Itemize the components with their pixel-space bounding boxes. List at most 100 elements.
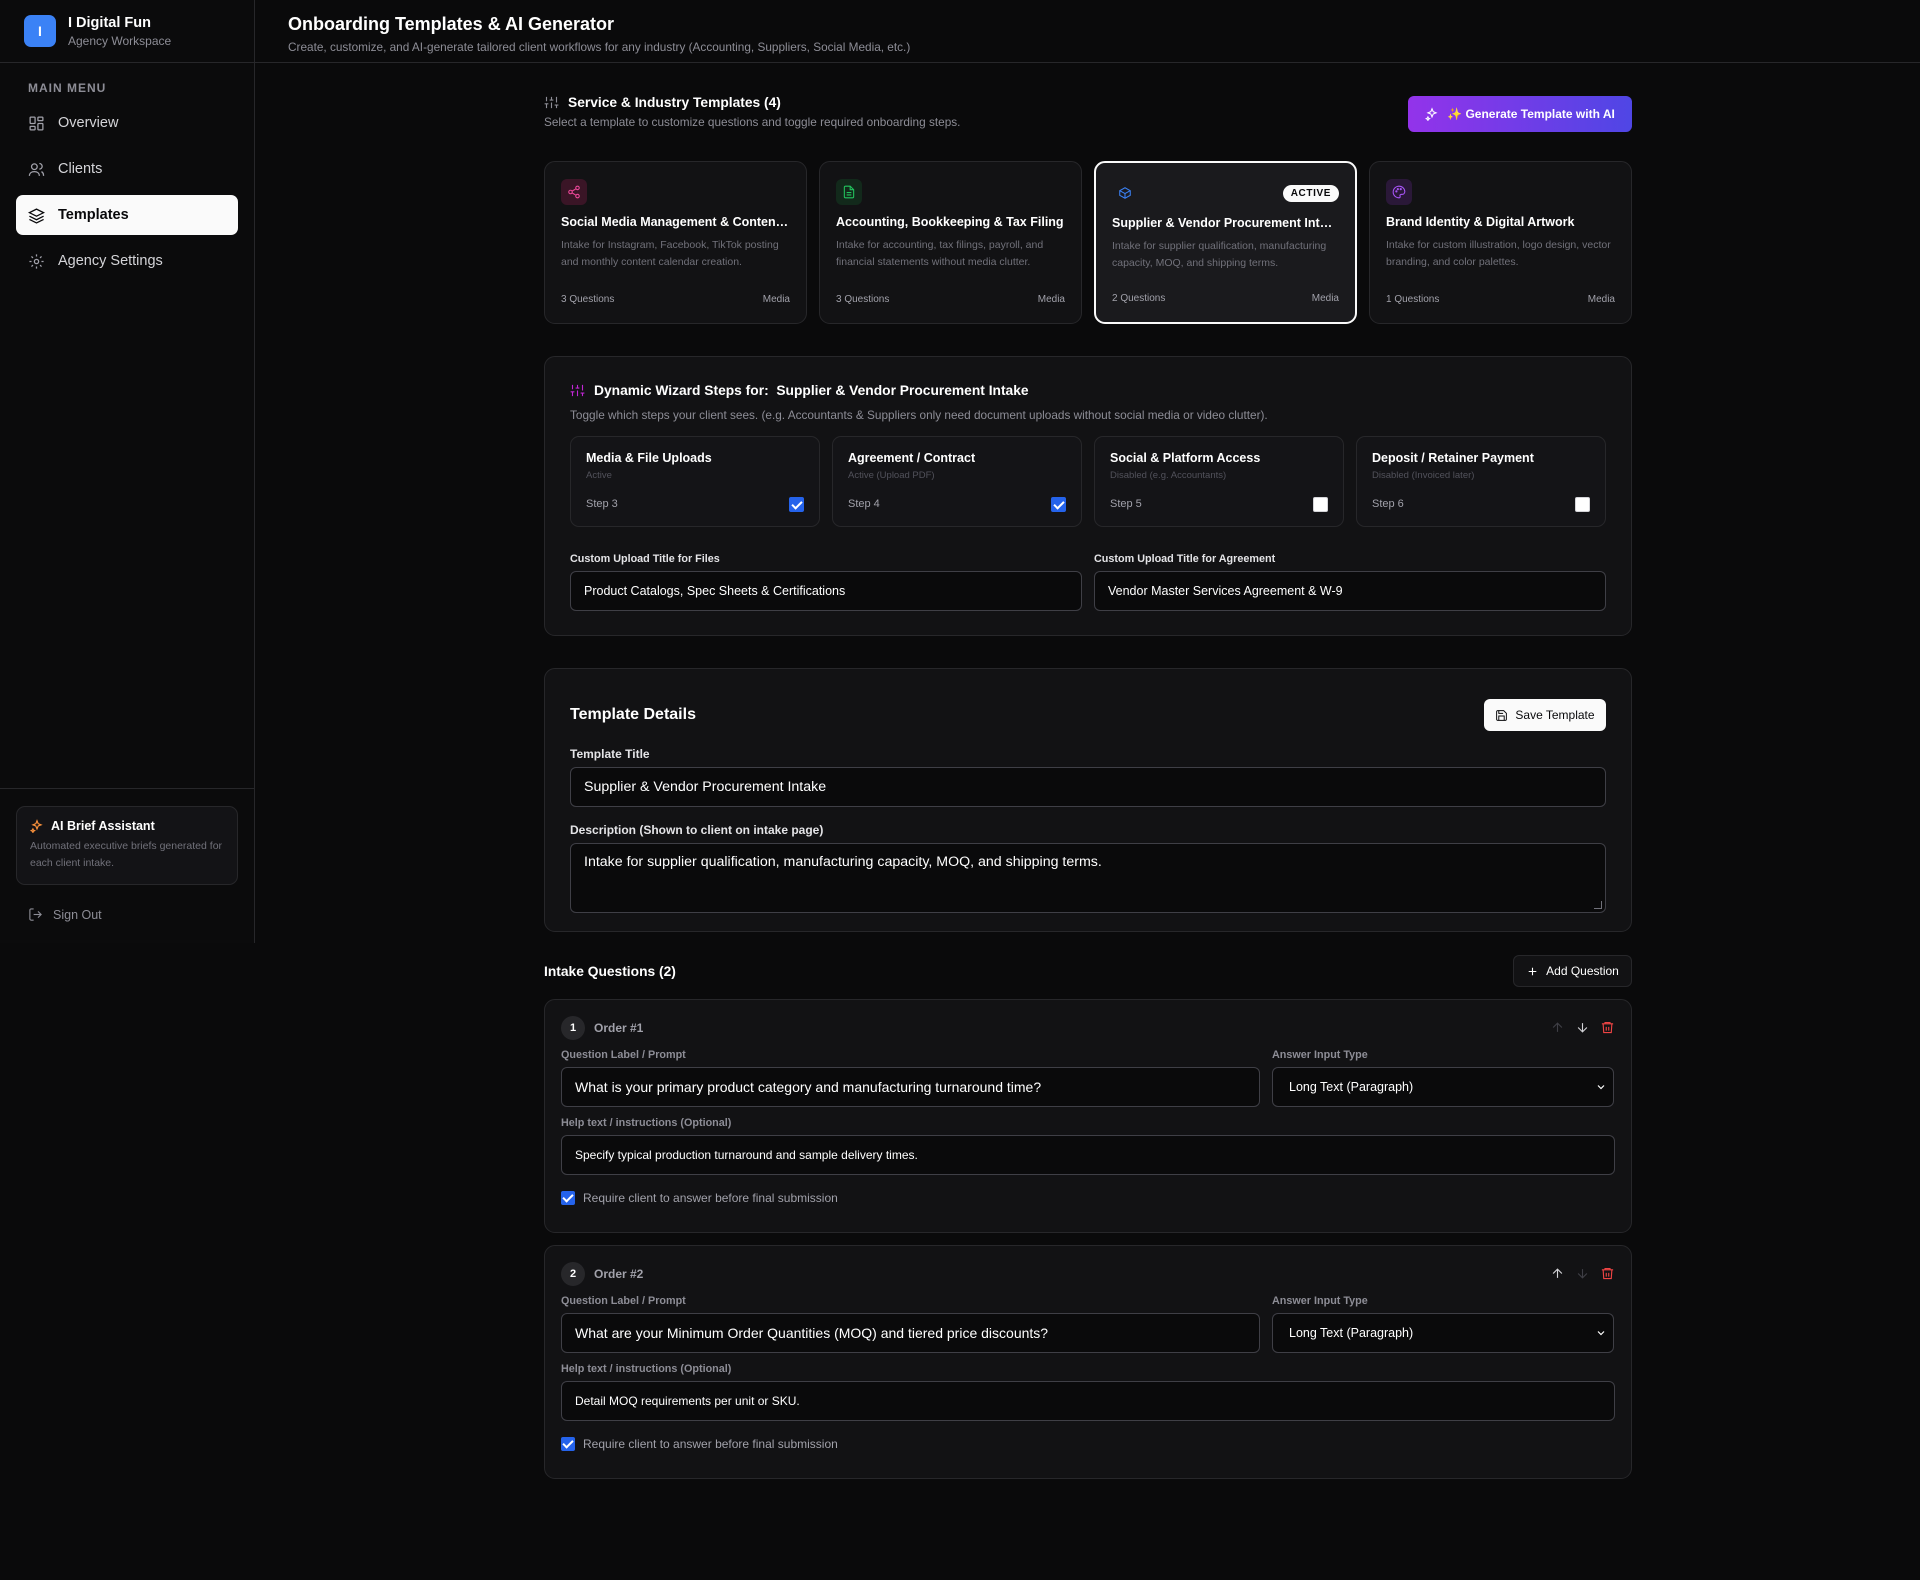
wizard-subtitle: Toggle which steps your client sees. (e.… <box>570 408 1268 422</box>
generate-template-button[interactable]: ✨ Generate Template with AI <box>1408 96 1632 132</box>
wizard-step-title: Deposit / Retainer Payment <box>1372 451 1534 465</box>
ai-brief-card: AI Brief Assistant Automated executive b… <box>16 806 238 885</box>
template-card-icon <box>1112 180 1138 206</box>
required-checkbox[interactable] <box>561 1437 575 1451</box>
wizard-title-name: Supplier & Vendor Procurement Intake <box>776 383 1029 398</box>
page-title: Onboarding Templates & AI Generator <box>288 14 615 34</box>
files-upload-title-input[interactable]: Product Catalogs, Spec Sheets & Certific… <box>570 571 1082 611</box>
template-description-textarea[interactable]: Intake for supplier qualification, manuf… <box>570 843 1606 913</box>
wizard-step-status: Disabled (e.g. Accountants) <box>1110 470 1227 481</box>
main-content: Service & Industry Templates (4) Select … <box>544 95 1632 1479</box>
box-icon <box>1119 187 1131 199</box>
save-template-button[interactable]: Save Template <box>1484 699 1606 731</box>
template-card-question-count: 3 Questions <box>836 294 890 305</box>
template-card-tag: Media <box>1587 294 1615 305</box>
arrow-down-icon[interactable] <box>1575 1020 1590 1035</box>
workspace-logo[interactable]: I <box>24 15 56 47</box>
wizard-step-number: Step 5 <box>1110 498 1142 510</box>
resize-handle[interactable] <box>1594 901 1602 909</box>
template-card-icon <box>836 179 862 205</box>
template-card-title: Supplier & Vendor Procurement Intake <box>1112 216 1339 230</box>
question-number: 1 <box>561 1016 585 1040</box>
wizard-step-deposit[interactable]: Deposit / Retainer Payment Disabled (Inv… <box>1356 436 1606 527</box>
layers-icon <box>28 207 45 224</box>
template-card-question-count: 2 Questions <box>1112 293 1166 304</box>
template-description-label: Description (Shown to client on intake p… <box>570 823 824 837</box>
sparkles-icon <box>30 819 43 833</box>
templates-section: Service & Industry Templates (4) Select … <box>544 95 1632 324</box>
required-checkbox-row[interactable]: Require client to answer before final su… <box>561 1191 1615 1205</box>
template-card[interactable]: Brand Identity & Digital Artwork Intake … <box>1369 161 1632 324</box>
question-prompt-label: Question Label / Prompt <box>561 1295 686 1307</box>
trash-icon[interactable] <box>1600 1020 1615 1035</box>
wizard-step-media-uploads[interactable]: Media & File Uploads Active Step 3 <box>570 436 820 527</box>
template-card-icon <box>1386 179 1412 205</box>
add-question-button[interactable]: Add Question <box>1513 955 1632 987</box>
sidebar: I I Digital Fun Agency Workspace MAIN ME… <box>0 0 255 943</box>
wizard-step-social-access[interactable]: Social & Platform Access Disabled (e.g. … <box>1094 436 1344 527</box>
answer-type-value: Long Text (Paragraph) <box>1289 1080 1414 1094</box>
wizard-step-checkbox[interactable] <box>1051 497 1066 512</box>
question-prompt-input[interactable]: What is your primary product category an… <box>561 1067 1260 1107</box>
wizard-step-title: Agreement / Contract <box>848 451 976 465</box>
question-card: 1 Order #1 Question Label / Prompt What … <box>544 999 1632 1233</box>
wizard-step-number: Step 6 <box>1372 498 1404 510</box>
help-text-input[interactable]: Specify typical production turnaround an… <box>561 1135 1615 1175</box>
template-card-question-count: 1 Questions <box>1386 294 1440 305</box>
wizard-step-checkbox[interactable] <box>1575 497 1590 512</box>
save-template-label: Save Template <box>1515 708 1595 722</box>
sidebar-item-templates[interactable]: Templates <box>16 195 238 235</box>
trash-icon[interactable] <box>1600 1266 1615 1281</box>
share-icon <box>568 185 580 199</box>
questions-title: Intake Questions (2) <box>544 964 676 979</box>
answer-type-select[interactable]: Long Text (Paragraph) <box>1272 1067 1614 1107</box>
template-card[interactable]: Accounting, Bookkeeping & Tax Filing Int… <box>819 161 1082 324</box>
sliders-icon <box>544 96 559 109</box>
workspace-subtitle: Agency Workspace <box>68 33 172 48</box>
arrow-down-icon[interactable] <box>1575 1266 1590 1281</box>
answer-type-select[interactable]: Long Text (Paragraph) <box>1272 1313 1614 1353</box>
generate-template-label: ✨ Generate Template with AI <box>1447 107 1615 121</box>
required-checkbox-row[interactable]: Require client to answer before final su… <box>561 1437 1615 1451</box>
question-prompt-input[interactable]: What are your Minimum Order Quantities (… <box>561 1313 1260 1353</box>
sidebar-item-overview[interactable]: Overview <box>16 103 238 143</box>
help-text-input[interactable]: Detail MOQ requirements per unit or SKU. <box>561 1381 1615 1421</box>
template-card-question-count: 3 Questions <box>561 294 615 305</box>
question-prompt-label: Question Label / Prompt <box>561 1049 686 1061</box>
wizard-step-status: Active (Upload PDF) <box>848 470 935 481</box>
wizard-step-checkbox[interactable] <box>789 497 804 512</box>
template-card-tag: Media <box>1311 293 1339 304</box>
arrow-up-icon[interactable] <box>1550 1020 1565 1035</box>
agreement-upload-title-input[interactable]: Vendor Master Services Agreement & W-9 <box>1094 571 1606 611</box>
ai-brief-title: AI Brief Assistant <box>51 819 155 833</box>
wizard-step-number: Step 3 <box>586 498 618 510</box>
page-header: Onboarding Templates & AI Generator Crea… <box>255 0 1920 63</box>
template-card-active[interactable]: ACTIVE Supplier & Vendor Procurement Int… <box>1094 161 1357 324</box>
logout-icon <box>29 908 42 921</box>
ai-brief-description: Automated executive briefs generated for… <box>30 840 223 869</box>
question-number: 2 <box>561 1262 585 1286</box>
template-title-input[interactable]: Supplier & Vendor Procurement Intake <box>570 767 1606 807</box>
page-subtitle: Create, customize, and AI-generate tailo… <box>288 40 911 54</box>
sidebar-item-clients[interactable]: Clients <box>16 149 238 189</box>
arrow-up-icon[interactable] <box>1550 1266 1565 1281</box>
sidebar-item-agency-settings[interactable]: Agency Settings <box>16 241 238 281</box>
wizard-step-agreement[interactable]: Agreement / Contract Active (Upload PDF)… <box>832 436 1082 527</box>
template-details-panel: Template Details Save Template Template … <box>544 668 1632 932</box>
required-label: Require client to answer before final su… <box>583 1191 838 1205</box>
help-text-label: Help text / instructions (Optional) <box>561 1117 732 1129</box>
sign-out-link[interactable]: Sign Out <box>28 907 254 922</box>
template-card-tag: Media <box>762 294 790 305</box>
sliders-icon <box>570 384 585 397</box>
template-card[interactable]: Social Media Management & Content... Int… <box>544 161 807 324</box>
sidebar-item-label: Overview <box>58 115 119 131</box>
agreement-upload-title-label: Custom Upload Title for Agreement <box>1094 553 1276 565</box>
wizard-step-checkbox[interactable] <box>1313 497 1328 512</box>
wizard-step-title: Media & File Uploads <box>586 451 712 465</box>
wizard-step-list: Media & File Uploads Active Step 3 Agree… <box>570 436 1606 527</box>
questions-header: Intake Questions (2) Add Question <box>544 955 1632 987</box>
required-label: Require client to answer before final su… <box>583 1437 838 1451</box>
template-title-label: Template Title <box>570 747 650 761</box>
required-checkbox[interactable] <box>561 1191 575 1205</box>
brand-header: I I Digital Fun Agency Workspace <box>0 0 254 63</box>
